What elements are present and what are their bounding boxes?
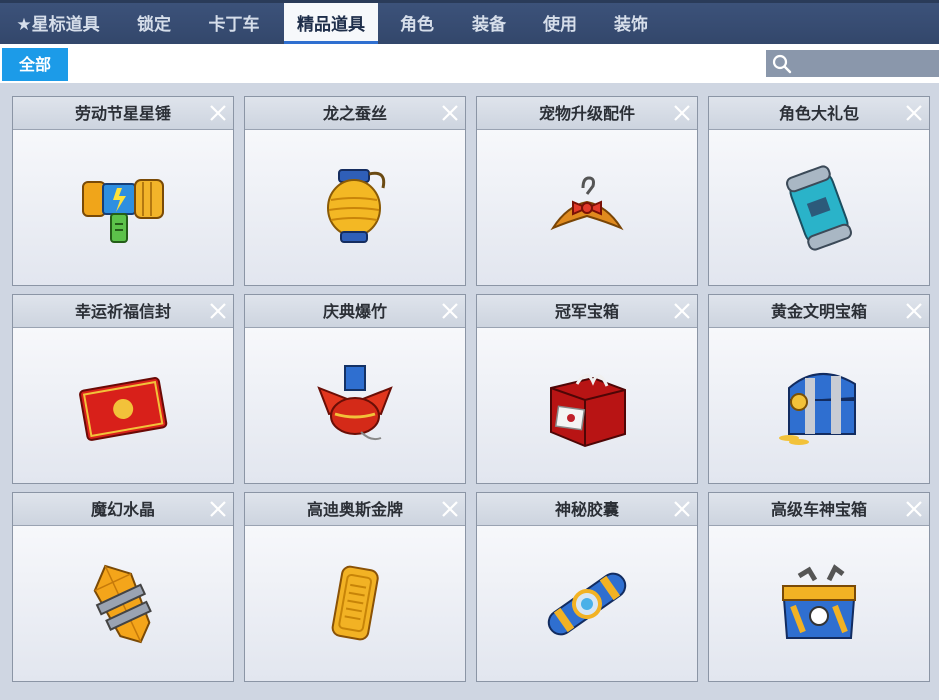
hammer-icon [82,179,164,243]
tab-starred[interactable]: ★星标道具 [4,3,112,44]
close-icon[interactable] [209,104,227,122]
card-body [13,526,233,681]
tab-character[interactable]: 角色 [388,3,446,44]
crystal-icon [93,564,152,644]
item-card[interactable]: 魔幻水晶 [12,492,234,682]
hanger-bow-icon [550,176,624,231]
gold-plate-icon [331,565,379,641]
search-input[interactable] [766,50,939,77]
close-icon[interactable] [441,302,459,320]
item-name: 黄金文明宝箱 [770,302,867,321]
tab-locked[interactable]: 锁定 [122,3,186,44]
item-card[interactable]: 高级车神宝箱 [708,492,930,682]
close-icon[interactable] [905,302,923,320]
tab-use[interactable]: 使用 [531,3,589,44]
item-name: 龙之蚕丝 [322,104,387,123]
close-icon[interactable] [673,104,691,122]
item-name: 神秘胶囊 [554,500,619,519]
red-envelope-icon [79,377,168,441]
item-name: 角色大礼包 [778,104,859,123]
card-body [709,328,929,483]
tab-decoration[interactable]: 装饰 [602,3,660,44]
item-name: 冠军宝箱 [554,302,619,321]
card-body [245,526,465,681]
tab-equipment[interactable]: 装备 [460,3,518,44]
filter-bar: 全部 [0,44,939,83]
close-icon[interactable] [905,500,923,518]
item-name: 魔幻水晶 [90,500,155,519]
category-tab-bar: ★星标道具 锁定 卡丁车 精品道具 角色 装备 使用 装饰 [0,0,939,44]
close-icon[interactable] [209,500,227,518]
close-icon[interactable] [673,302,691,320]
card-body [709,526,929,681]
close-icon[interactable] [905,104,923,122]
item-card[interactable]: 高迪奥斯金牌 [244,492,466,682]
item-name: 高级车神宝箱 [770,500,867,519]
treasure-chest-icon [779,372,856,445]
item-card[interactable]: 角色大礼包 [708,96,930,286]
item-card[interactable]: 龙之蚕丝 [244,96,466,286]
search-icon[interactable] [772,54,792,74]
gift-box-icon [550,374,626,448]
item-card[interactable]: 幸运祈福信封 [12,294,234,484]
card-body [245,130,465,285]
item-name: 幸运祈福信封 [74,302,171,321]
card-body [709,130,929,285]
item-card[interactable]: 黄金文明宝箱 [708,294,930,484]
close-icon[interactable] [441,500,459,518]
close-icon[interactable] [441,104,459,122]
filter-all-button[interactable]: 全部 [2,48,68,81]
close-icon[interactable] [209,302,227,320]
item-name: 高迪奥斯金牌 [306,500,403,519]
tab-premium-items[interactable]: 精品道具 [284,3,378,44]
capsule-gift-icon [786,165,852,251]
item-name: 劳动节星星锤 [74,104,171,123]
item-card[interactable]: 劳动节星星锤 [12,96,234,286]
item-card[interactable]: 冠军宝箱 [476,294,698,484]
close-icon[interactable] [673,500,691,518]
item-name: 庆典爆竹 [322,302,387,321]
item-name: 宠物升级配件 [538,104,635,123]
card-body [477,130,697,285]
item-card[interactable]: 庆典爆竹 [244,294,466,484]
card-body [13,130,233,285]
silk-lantern-icon [327,169,386,243]
car-god-chest-icon [781,564,857,639]
card-body [477,526,697,681]
card-body [13,328,233,483]
card-body [245,328,465,483]
card-body [477,328,697,483]
tab-kart[interactable]: 卡丁车 [196,3,272,44]
item-card[interactable]: 神秘胶囊 [476,492,698,682]
item-card[interactable]: 宠物升级配件 [476,96,698,286]
firecracker-icon [317,365,393,441]
capsule-icon [547,572,627,636]
